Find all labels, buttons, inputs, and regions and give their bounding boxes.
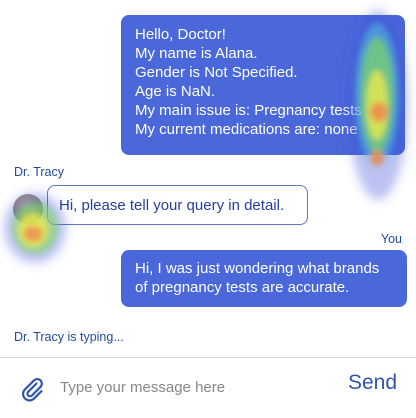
send-button[interactable]: Send bbox=[348, 371, 397, 395]
intro-name: My name is Alana. bbox=[135, 45, 258, 62]
message-composer: Send bbox=[0, 357, 416, 418]
intro-message-bubble: Hello, Doctor! My name is Alana. Gender … bbox=[121, 15, 405, 155]
doctor-name-label: Dr. Tracy bbox=[14, 165, 65, 179]
user-message-bubble: Hi, I was just wondering what brands of … bbox=[121, 250, 407, 307]
typing-indicator: Dr. Tracy is typing... bbox=[14, 330, 124, 344]
chat-screen: Hello, Doctor! My name is Alana. Gender … bbox=[0, 0, 416, 418]
message-input[interactable] bbox=[60, 375, 330, 399]
intro-medications: My current medications are: none bbox=[135, 121, 358, 138]
intro-gender: Gender is Not Specified. bbox=[135, 64, 298, 81]
paperclip-icon[interactable] bbox=[18, 374, 46, 402]
intro-greeting: Hello, Doctor! bbox=[135, 26, 226, 43]
intro-main-issue: My main issue is: Pregnancy tests bbox=[135, 102, 362, 119]
intro-age: Age is NaN. bbox=[135, 83, 216, 100]
you-label: You bbox=[380, 232, 402, 246]
user-message-line: of pregnancy tests are accurate. bbox=[135, 279, 350, 296]
user-message-line: Hi, I was just wondering what brands bbox=[135, 260, 380, 277]
doctor-message-bubble: Hi, please tell your query in detail. bbox=[47, 185, 308, 225]
doctor-avatar bbox=[13, 194, 43, 224]
